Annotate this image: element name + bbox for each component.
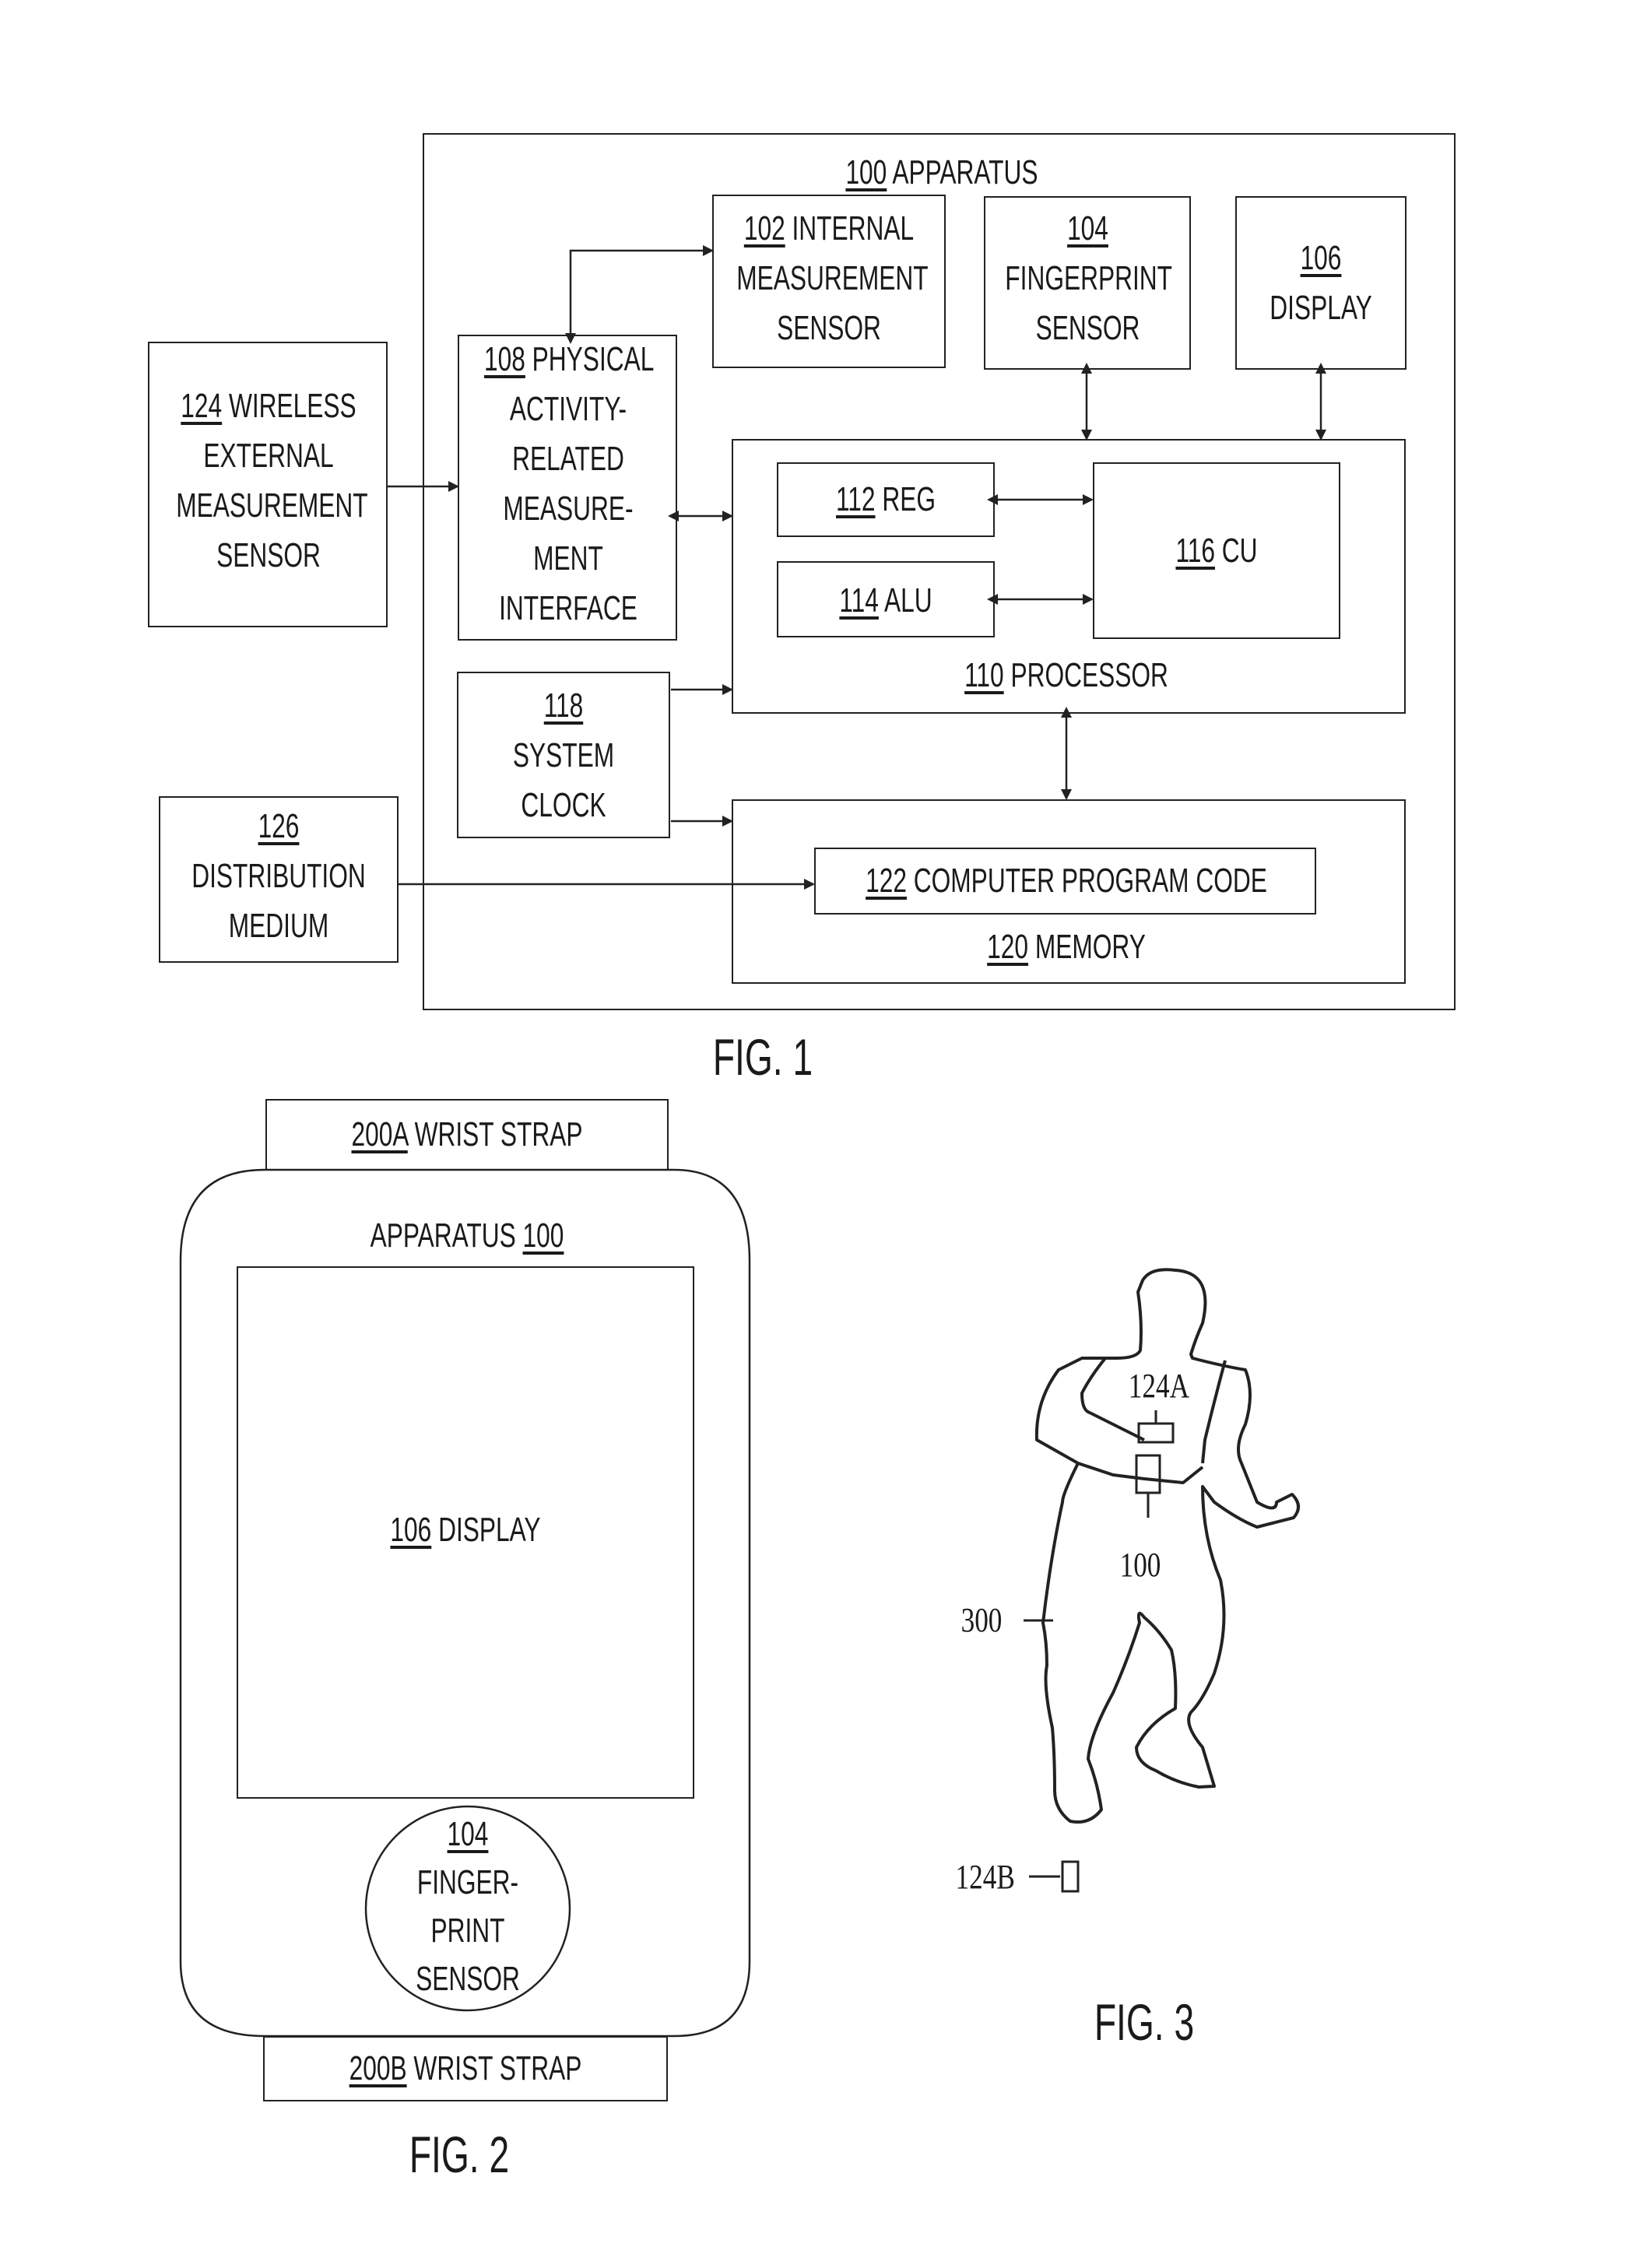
internal-sensor-label: 102 INTERNAL MEASUREMENT SENSOR	[736, 209, 929, 347]
distribution-label: 126 DISTRIBUTION MEDIUM	[191, 807, 366, 945]
apparatus-100-label: 100	[1119, 1546, 1161, 1584]
user-figure	[1034, 1268, 1300, 1824]
fig1-caption: FIG. 1	[712, 1028, 813, 1086]
apparatus-100-label: 100 APPARATUS	[845, 153, 1038, 191]
apparatus-100-on-wrist	[1135, 1454, 1161, 1494]
clock-label: 118 SYSTEM CLOCK	[512, 686, 615, 824]
fig2-caption: FIG. 2	[409, 2126, 510, 2183]
user-body-outline	[1034, 1268, 1300, 1824]
fingerprint-sensor-label: 104 FINGERPRINT SENSOR	[1005, 209, 1173, 347]
display-label: 106 DISPLAY	[1270, 239, 1372, 327]
strap-bottom-label: 200B WRIST STRAP	[349, 2049, 582, 2087]
cu-label: 116 CU	[1175, 532, 1258, 570]
watch-display-label: 106 DISPLAY	[390, 1511, 541, 1549]
memory-label: 120 MEMORY	[987, 928, 1146, 966]
user-300-label: 300	[960, 1601, 1003, 1639]
user-right-arm-inner	[1201, 1360, 1227, 1464]
fig3-caption: FIG. 3	[1094, 1993, 1195, 2051]
sensor-124b-label: 124B	[955, 1858, 1015, 1896]
sensor-124a-label: 124A	[1128, 1367, 1190, 1405]
user-waist	[1077, 1462, 1204, 1484]
sensor-124b-box	[1061, 1860, 1080, 1893]
ref-number: 100	[845, 153, 887, 191]
strap-top-label: 200A WRIST STRAP	[351, 1115, 583, 1153]
processor-label: 110 PROCESSOR	[964, 656, 1168, 694]
watch-apparatus-label: APPARATUS 100	[370, 1217, 564, 1255]
wireless-sensor-label: 124 WIRELESS EXTERNAL MEASUREMENT SENSOR	[176, 387, 368, 574]
reg-label: 112 REG	[836, 480, 936, 518]
alu-label: 114 ALU	[839, 581, 932, 620]
code-label: 122 COMPUTER PROGRAM CODE	[866, 862, 1267, 900]
interface-label: 108 PHYSICAL ACTIVITY- RELATED MEASURE- …	[484, 340, 655, 627]
sensor-124a-box	[1137, 1422, 1175, 1444]
watch-fingerprint-label: 104 FINGER- PRINT SENSOR	[416, 1815, 520, 1998]
